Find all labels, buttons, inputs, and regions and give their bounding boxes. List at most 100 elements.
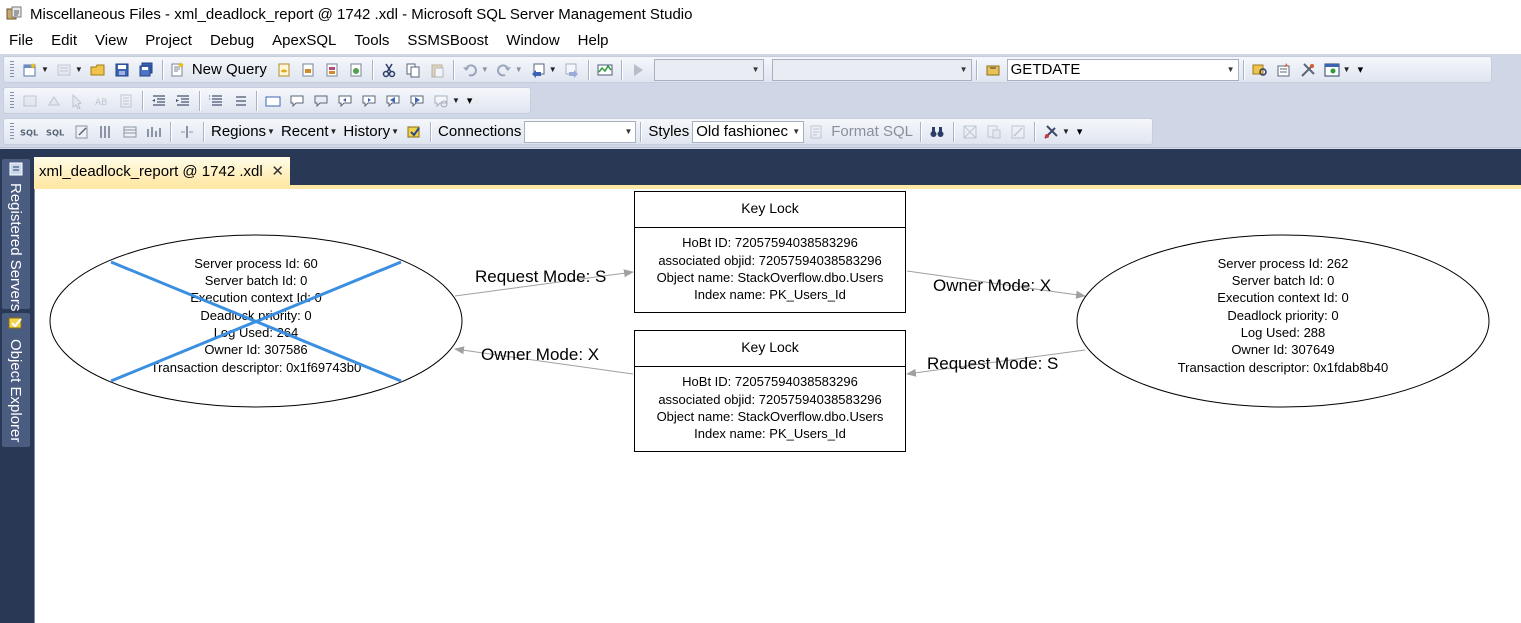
chevron-down-icon[interactable]: ▼ (481, 65, 489, 74)
display-estimated-plan-icon[interactable] (263, 91, 283, 111)
increase-indent-icon[interactable] (173, 91, 193, 111)
save-icon[interactable] (112, 60, 132, 80)
toolbar-overflow-icon[interactable]: ▾ (1077, 125, 1083, 138)
svg-text:Index name: PK_Users_Id: Index name: PK_Users_Id (694, 287, 846, 302)
find-function-icon[interactable] (983, 60, 1003, 80)
find-in-files-icon[interactable] (1250, 60, 1270, 80)
regions-menu[interactable]: Regions (208, 123, 269, 140)
edit-script-icon[interactable] (72, 122, 92, 142)
connections-combo[interactable]: ▼ (524, 120, 637, 143)
group-icon[interactable] (144, 122, 164, 142)
menu-debug[interactable]: Debug (201, 29, 263, 53)
analysis-query-icon[interactable] (298, 60, 318, 80)
recent-menu[interactable]: Recent (278, 123, 332, 140)
toolbar-grip[interactable] (10, 91, 14, 110)
decrease-indent-icon[interactable] (149, 91, 169, 111)
next-bookmark-icon[interactable] (359, 91, 379, 111)
rows-icon[interactable] (120, 122, 140, 142)
chevron-down-icon[interactable]: ▼ (452, 96, 460, 105)
key-lock-top-node[interactable]: Key Lock HoBt ID: 72057594038583296 asso… (634, 191, 906, 313)
chevron-down-icon[interactable]: ▼ (330, 127, 338, 136)
toolbar-grip[interactable] (10, 60, 14, 79)
new-project-icon[interactable] (20, 60, 40, 80)
menu-apexsql[interactable]: ApexSQL (263, 29, 345, 53)
ssms-app-icon[interactable] (6, 6, 22, 22)
results-to-text-icon[interactable] (984, 122, 1004, 142)
styles-combo[interactable]: Old fashionec ▼ (692, 120, 805, 143)
menu-file[interactable]: File (0, 29, 42, 53)
menu-project[interactable]: Project (136, 29, 201, 53)
undo-icon[interactable] (460, 60, 480, 80)
chevron-down-icon[interactable]: ▼ (267, 127, 275, 136)
history-menu[interactable]: History (340, 123, 393, 140)
toolbar-overflow-icon[interactable]: ▾ (1358, 63, 1364, 76)
dmx-query-icon[interactable] (322, 60, 342, 80)
sql-icon[interactable]: SQL (20, 122, 42, 142)
close-icon[interactable]: ✕ (271, 162, 284, 180)
query-options-icon[interactable] (116, 91, 136, 111)
connect-icon[interactable] (20, 91, 40, 111)
copy-icon[interactable] (403, 60, 423, 80)
other-process-node[interactable]: Server process Id: 262 Server batch Id: … (1076, 234, 1490, 408)
chevron-down-icon[interactable]: ▼ (1343, 65, 1351, 74)
tab-xml-deadlock-report[interactable]: xml_deadlock_report @ 1742 .xdl ✕ (34, 157, 290, 185)
results-to-file-icon[interactable] (1008, 122, 1028, 142)
add-item-icon[interactable] (54, 60, 74, 80)
paste-icon[interactable] (427, 60, 447, 80)
properties-window-icon[interactable] (1274, 60, 1294, 80)
settings-tools-icon[interactable] (1041, 122, 1061, 142)
activity-monitor-icon[interactable] (595, 60, 615, 80)
format-sql-button[interactable]: Format SQL (828, 123, 916, 140)
toolbar-grip[interactable] (10, 122, 14, 141)
results-to-grid-icon[interactable] (960, 122, 980, 142)
navigate-forward-icon[interactable] (562, 60, 582, 80)
previous-bookmark-in-folder-icon[interactable] (383, 91, 403, 111)
chevron-down-icon[interactable]: ▼ (41, 65, 49, 74)
cut-icon[interactable] (379, 60, 399, 80)
database-engine-query-icon[interactable] (274, 60, 294, 80)
comment-lines-icon[interactable] (206, 91, 226, 111)
menu-edit[interactable]: Edit (42, 29, 86, 53)
redo-icon[interactable] (494, 60, 514, 80)
menu-help[interactable]: Help (569, 29, 618, 53)
previous-bookmark-icon[interactable] (335, 91, 355, 111)
available-databases-icon[interactable] (68, 91, 88, 111)
chevron-down-icon[interactable]: ▼ (515, 65, 523, 74)
chevron-down-icon[interactable]: ▼ (75, 65, 83, 74)
window-layout-icon[interactable] (1322, 60, 1342, 80)
uncomment-lines-icon[interactable] (230, 91, 250, 111)
navigate-backward-icon[interactable] (528, 60, 548, 80)
toolbar-overflow-icon[interactable]: ▾ (467, 94, 473, 107)
add-comment-icon[interactable] (287, 91, 307, 111)
menu-view[interactable]: View (86, 29, 136, 53)
chevron-down-icon[interactable]: ▼ (391, 127, 399, 136)
solution-platform-combo[interactable]: ▼ (771, 58, 972, 81)
split-icon[interactable] (177, 122, 197, 142)
intellisense-icon[interactable]: AB (92, 91, 112, 111)
object-explorer-tab[interactable]: Object Explorer (2, 313, 30, 447)
columns-icon[interactable] (96, 122, 116, 142)
xmla-query-icon[interactable] (346, 60, 366, 80)
change-connection-icon[interactable] (44, 91, 64, 111)
remove-comment-icon[interactable] (311, 91, 331, 111)
chevron-down-icon[interactable]: ▼ (1062, 127, 1070, 136)
start-debugging-icon[interactable] (628, 60, 648, 80)
function-combo[interactable]: GETDATE ▼ (1006, 58, 1239, 81)
victim-process-node[interactable]: Server process Id: 60 Server batch Id: 0… (49, 234, 463, 408)
new-query-button[interactable]: New Query (169, 60, 270, 80)
clear-bookmarks-icon[interactable] (431, 91, 451, 111)
open-folder-icon[interactable] (88, 60, 108, 80)
sql-script-icon[interactable]: SQL (46, 122, 68, 142)
toolbox-icon[interactable] (1298, 60, 1318, 80)
key-lock-bottom-node[interactable]: Key Lock HoBt ID: 72057594038583296 asso… (634, 330, 906, 452)
menu-ssmsboost[interactable]: SSMSBoost (398, 29, 497, 53)
menu-window[interactable]: Window (497, 29, 568, 53)
menu-tools[interactable]: Tools (345, 29, 398, 53)
binoculars-icon[interactable] (927, 122, 947, 142)
solution-config-combo[interactable]: ▼ (653, 58, 764, 81)
save-all-icon[interactable] (136, 60, 156, 80)
registered-servers-tab[interactable]: Registered Servers (2, 159, 30, 311)
next-bookmark-in-folder-icon[interactable] (407, 91, 427, 111)
quick-connect-icon[interactable] (404, 122, 424, 142)
chevron-down-icon[interactable]: ▼ (549, 65, 557, 74)
